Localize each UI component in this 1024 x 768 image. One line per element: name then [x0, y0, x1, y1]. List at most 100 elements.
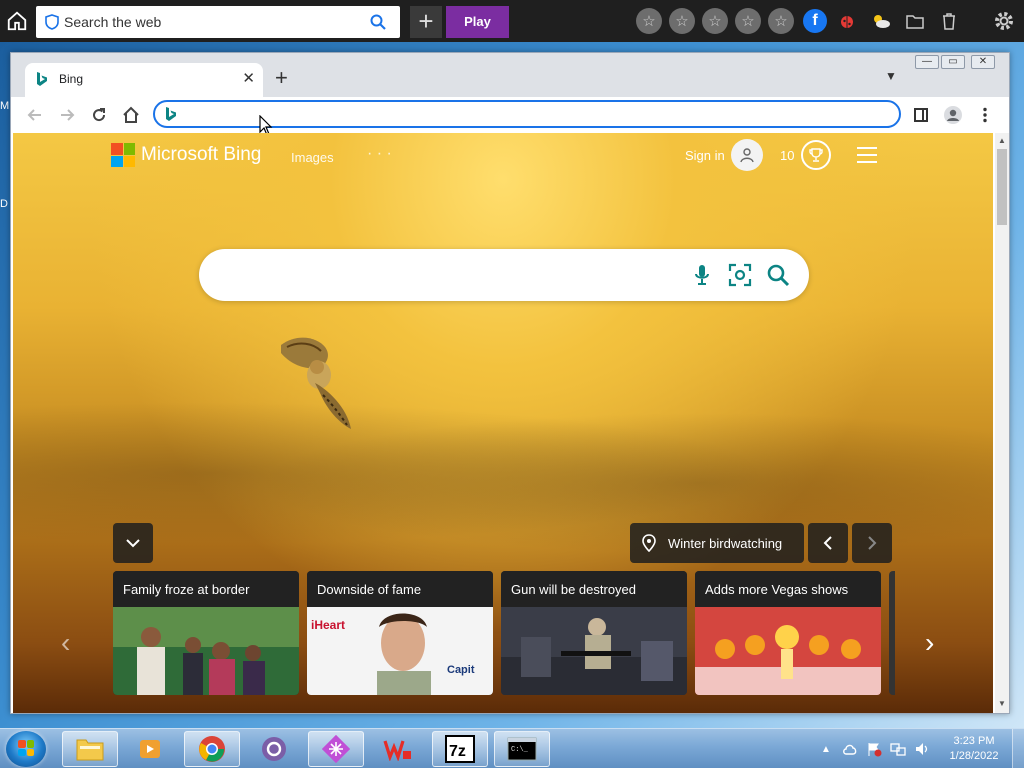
taskbar-chrome[interactable] [184, 731, 240, 767]
nav-more-link[interactable]: · · · [367, 145, 392, 163]
new-tab-button[interactable]: + [275, 65, 288, 91]
bing-search-box[interactable] [199, 249, 809, 301]
menu-button[interactable] [973, 103, 997, 127]
search-icon[interactable] [370, 14, 386, 30]
start-button[interactable] [6, 731, 46, 767]
logo-text: Microsoft Bing [141, 144, 262, 165]
taskbar-7zip[interactable]: 7z [432, 731, 488, 767]
next-image-button[interactable] [852, 523, 892, 563]
taskbar: 7z C:\_ ▲ 3:23 PM 1/28/2022 [0, 728, 1024, 768]
news-thumbnail [695, 607, 881, 695]
user-avatar[interactable] [731, 139, 763, 171]
news-thumbnail [501, 607, 687, 695]
reload-button[interactable] [87, 103, 111, 127]
bing-logo[interactable]: Microsoft Bing [111, 143, 261, 167]
prev-image-button[interactable] [808, 523, 848, 563]
microsoft-logo-icon [111, 143, 135, 167]
close-window-button[interactable]: ✕ [971, 55, 995, 69]
star-icon[interactable]: ☆ [735, 8, 761, 34]
taskbar-app-star[interactable] [308, 731, 364, 767]
arrow-right-icon [61, 109, 75, 121]
bing-homepage: Microsoft Bing Images · · · Sign in 10 W… [13, 133, 993, 713]
volume-icon[interactable] [914, 741, 930, 757]
svg-text:iHeart: iHeart [311, 618, 345, 632]
back-button[interactable] [23, 103, 47, 127]
minimize-button[interactable]: — [915, 55, 939, 69]
search-icon[interactable] [765, 262, 791, 288]
visual-search-icon[interactable] [727, 262, 753, 288]
scrollbar-thumb[interactable] [997, 149, 1007, 225]
tab-bing[interactable]: Bing ✕ [25, 63, 263, 97]
kebab-menu-icon [983, 107, 987, 123]
bing-search-input[interactable] [223, 263, 683, 287]
news-card[interactable]: Family froze at border [113, 571, 299, 695]
rewards-points[interactable]: 10 [780, 148, 794, 163]
facebook-icon[interactable]: f [803, 9, 827, 33]
hamburger-menu-icon[interactable] [857, 147, 877, 163]
news-card[interactable]: Downside of fame iHeart Capit [307, 571, 493, 695]
star-icon[interactable]: ☆ [702, 8, 728, 34]
scroll-up-icon[interactable]: ▲ [998, 136, 1006, 145]
taskbar-file-explorer[interactable] [62, 731, 118, 767]
tab-search-chevron-down-icon[interactable]: ▼ [885, 69, 897, 83]
news-headline: Downside of fame [307, 571, 493, 607]
home-button[interactable] [119, 103, 143, 127]
microphone-icon[interactable] [689, 262, 715, 288]
side-panel-button[interactable] [909, 103, 933, 127]
nav-images-link[interactable]: Images [291, 150, 334, 165]
news-card-peek [889, 571, 895, 695]
forward-button[interactable] [55, 103, 79, 127]
web-search-placeholder: Search the web [64, 14, 162, 30]
user-icon [740, 148, 754, 163]
reload-icon [93, 108, 106, 122]
gear-icon[interactable] [992, 9, 1016, 33]
profile-button[interactable] [941, 103, 965, 127]
news-card[interactable]: Adds more Vegas shows [695, 571, 881, 695]
trash-icon[interactable] [937, 9, 961, 33]
taskbar-clock[interactable]: 3:23 PM 1/28/2022 [942, 734, 1006, 764]
play-button[interactable]: Play [446, 6, 509, 38]
address-input[interactable] [183, 104, 883, 124]
web-search-box[interactable]: Search the web [36, 6, 400, 38]
tab-title: Bing [59, 72, 84, 86]
tray-expand-icon[interactable]: ▲ [818, 741, 834, 757]
chrome-icon [199, 736, 225, 762]
maximize-button[interactable]: ▭ [941, 55, 965, 69]
app-star-icon [322, 735, 350, 763]
image-info-button[interactable]: Winter birdwatching [630, 523, 804, 563]
cloud-sync-icon[interactable] [842, 741, 858, 757]
news-prev-chevron-left-icon[interactable]: ‹ [61, 627, 70, 659]
collapse-feed-button[interactable] [113, 523, 153, 563]
media-player-icon [140, 740, 160, 758]
sign-in-link[interactable]: Sign in [685, 148, 725, 163]
star-icon[interactable]: ☆ [636, 8, 662, 34]
image-info-text: Winter birdwatching [668, 535, 783, 551]
taskbar-wps-office[interactable] [370, 731, 426, 767]
taskbar-command-prompt[interactable]: C:\_ [494, 731, 550, 767]
network-icon[interactable] [890, 741, 906, 757]
news-next-chevron-right-icon[interactable]: › [925, 627, 934, 659]
news-carousel: Family froze at border Downside of fame … [113, 571, 893, 695]
action-center-flag-icon[interactable] [866, 741, 882, 757]
weather-icon[interactable] [869, 9, 893, 33]
home-icon[interactable] [6, 10, 28, 32]
taskbar-media-player[interactable] [122, 731, 178, 767]
news-headline: Family froze at border [113, 571, 299, 607]
show-desktop-button[interactable] [1012, 729, 1024, 768]
browser-window: Bing ✕ + ▼ — ▭ ✕ Microsoft Bing Images ·… [10, 52, 1010, 714]
folder-icon[interactable] [903, 9, 927, 33]
bing-favicon-icon [37, 72, 47, 86]
page-scrollbar[interactable]: ▲ ▼ [995, 133, 1009, 713]
star-icon[interactable]: ☆ [768, 8, 794, 34]
taskbar-app-circle[interactable] [246, 731, 302, 767]
add-button[interactable]: + [410, 6, 442, 38]
news-card[interactable]: Gun will be destroyed [501, 571, 687, 695]
top-toolbar: Search the web + Play ☆ ☆ ☆ ☆ ☆ f [0, 0, 1024, 42]
star-icon[interactable]: ☆ [669, 8, 695, 34]
wps-office-icon [383, 740, 411, 761]
trophy-icon [809, 148, 823, 162]
scroll-down-icon[interactable]: ▼ [998, 699, 1006, 708]
close-tab-icon[interactable]: ✕ [242, 69, 255, 87]
ladybug-icon[interactable] [835, 9, 859, 33]
rewards-button[interactable] [801, 140, 831, 170]
